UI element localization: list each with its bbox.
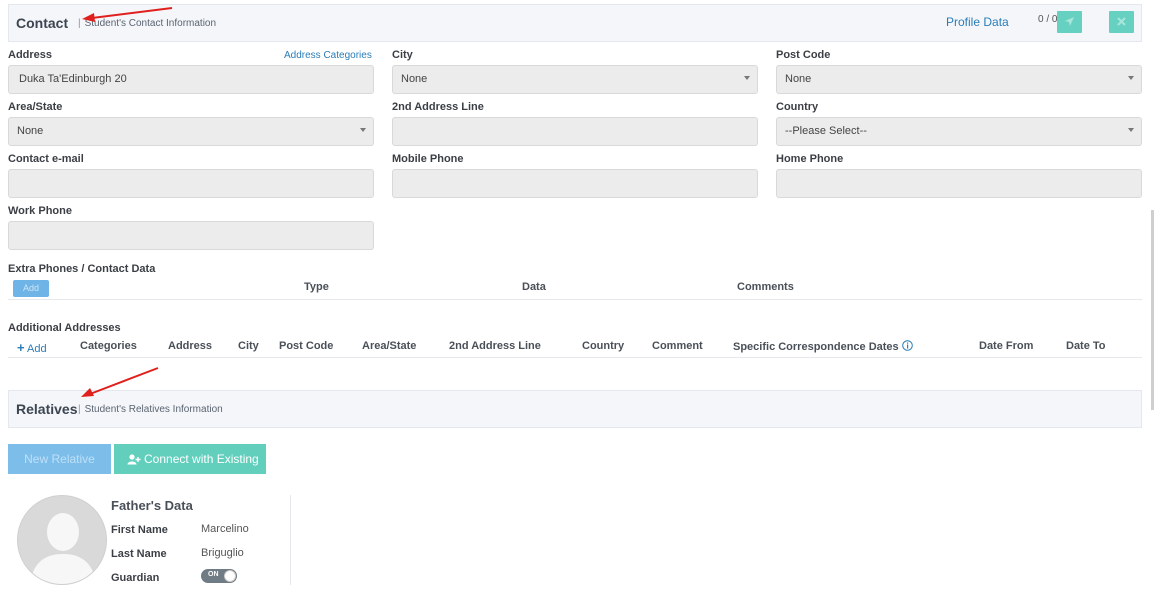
new-relative-label: New Relative (24, 452, 95, 466)
guardian-label: Guardian (111, 572, 160, 584)
address-field[interactable]: Duka Ta'Edinburgh 20 (8, 65, 374, 94)
address2-label: 2nd Address Line (392, 101, 484, 113)
city-label: City (392, 49, 413, 61)
relatives-subtitle-text: Student's Relatives Information (84, 404, 223, 415)
area-select[interactable]: None (8, 117, 374, 146)
additional-addresses-divider (8, 357, 1142, 358)
addr-col-categories: Categories (80, 340, 137, 352)
close-button[interactable] (1109, 11, 1134, 33)
country-select[interactable]: --Please Select-- (776, 117, 1142, 146)
extra-phones-col-data: Data (522, 281, 546, 293)
father-data-title: Father's Data (111, 498, 193, 513)
addr-col-correspondence: Specific Correspondence Dates (733, 340, 913, 353)
close-icon (1117, 17, 1126, 26)
chevron-down-icon (360, 128, 366, 132)
additional-addresses-add-link[interactable]: + Add (17, 340, 47, 355)
first-name-value: Marcelino (201, 523, 249, 535)
extra-phones-col-type: Type (304, 281, 329, 293)
addr-col-date-to: Date To (1066, 340, 1106, 352)
guardian-toggle[interactable]: ON (201, 569, 237, 583)
connect-existing-label: Connect with Existing (144, 452, 259, 466)
addr-col-address: Address (168, 340, 213, 352)
address-value: Duka Ta'Edinburgh 20 (19, 73, 127, 85)
addr-col-comment: Comment (652, 340, 703, 352)
new-relative-button[interactable]: New Relative (8, 444, 111, 474)
postcode-select[interactable]: None (776, 65, 1142, 94)
city-value: None (401, 73, 428, 85)
mobile-label: Mobile Phone (392, 153, 464, 165)
extra-phones-title: Extra Phones / Contact Data (8, 263, 156, 275)
addr-col-postcode: Post Code (279, 340, 334, 352)
email-label: Contact e-mail (8, 153, 84, 165)
area-value: None (17, 125, 44, 137)
chevron-down-icon (1128, 128, 1134, 132)
country-label: Country (776, 101, 819, 113)
user-silhouette-icon (18, 496, 106, 584)
chevron-down-icon (744, 76, 750, 80)
addr-col-date-from: Date From (979, 340, 1034, 352)
first-name-label: First Name (111, 524, 168, 536)
postcode-value: None (785, 73, 812, 85)
navigate-button[interactable] (1057, 11, 1082, 33)
addr-col-correspondence-label: Specific Correspondence Dates (733, 341, 899, 353)
work-phone-label: Work Phone (8, 205, 72, 217)
relatives-section-header: Relatives | Student's Relatives Informati… (8, 390, 1142, 428)
home-phone-label: Home Phone (776, 153, 844, 165)
contact-section-header: Contact | Student's Contact Information P… (8, 4, 1142, 42)
user-plus-icon (127, 454, 141, 465)
city-select[interactable]: None (392, 65, 758, 94)
additional-addresses-add-label: Add (27, 343, 47, 355)
addr-col-area: Area/State (362, 340, 417, 352)
connect-existing-button[interactable]: Connect with Existing (114, 444, 266, 474)
profile-counter: 0 / 0 (1038, 14, 1058, 25)
area-label: Area/State (8, 101, 63, 113)
contact-subtitle-text: Student's Contact Information (84, 18, 217, 29)
guardian-toggle-text: ON (208, 571, 219, 578)
addr-col-city: City (238, 340, 259, 352)
addr-col-address2: 2nd Address Line (449, 340, 541, 352)
avatar (17, 495, 107, 585)
plus-icon: + (17, 340, 25, 355)
address2-field[interactable] (392, 117, 758, 146)
info-icon[interactable] (901, 340, 913, 351)
address-categories-link[interactable]: Address Categories (284, 50, 372, 61)
location-arrow-icon (1065, 17, 1074, 26)
extra-phones-divider (8, 299, 1142, 300)
home-phone-field[interactable] (776, 169, 1142, 198)
chevron-down-icon (1128, 76, 1134, 80)
last-name-label: Last Name (111, 548, 167, 560)
email-field[interactable] (8, 169, 374, 198)
last-name-value: Briguglio (201, 547, 244, 559)
card-divider (290, 495, 291, 585)
country-value: --Please Select-- (785, 125, 867, 137)
address-label: Address (8, 49, 53, 61)
additional-addresses-title: Additional Addresses (8, 322, 121, 334)
relatives-title: Relatives (16, 401, 78, 417)
mobile-field[interactable] (392, 169, 758, 198)
extra-phones-add-button[interactable]: Add (13, 280, 49, 297)
contact-subtitle: | Student's Contact Information (78, 18, 217, 29)
extra-phones-col-comments: Comments (737, 281, 794, 293)
addr-col-country: Country (582, 340, 625, 352)
postcode-label: Post Code (776, 49, 831, 61)
contact-title: Contact (16, 15, 69, 31)
relatives-subtitle: | Student's Relatives Information (78, 404, 223, 415)
profile-data-link[interactable]: Profile Data (946, 15, 1009, 29)
work-phone-field[interactable] (8, 221, 374, 250)
toggle-knob (224, 570, 236, 582)
